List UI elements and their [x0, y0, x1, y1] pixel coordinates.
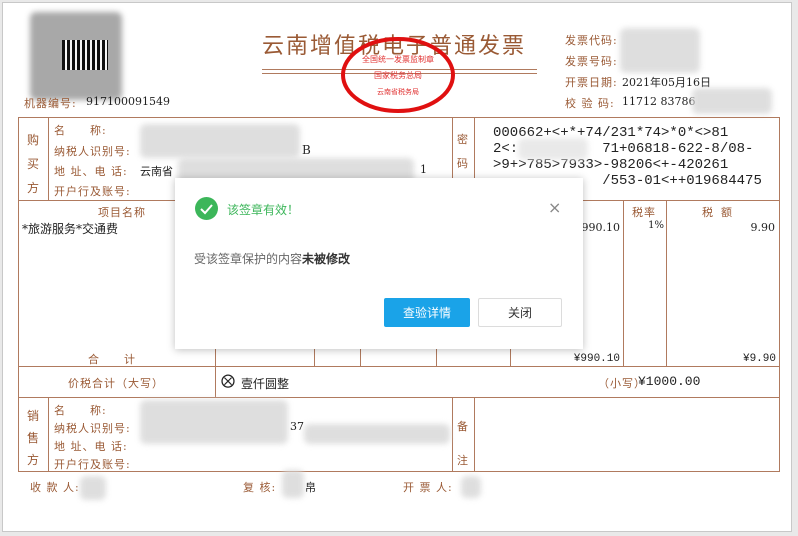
buyer-address-label: 地 址、电 话:	[54, 165, 128, 178]
message-prefix: 受该签章保护的内容	[194, 252, 303, 266]
check-circle-icon	[195, 197, 218, 220]
grand-total-words: 壹仟圆整	[241, 377, 290, 391]
seal-mid-text: 国家税务总局	[374, 70, 422, 80]
seller-name-label: 名 称:	[54, 404, 107, 417]
redacted	[692, 88, 772, 114]
check-code-label: 校 验 码:	[565, 97, 615, 110]
header-tax-rate: 税率	[632, 206, 656, 219]
redacted	[518, 138, 588, 160]
header-tax: 税额	[702, 206, 740, 219]
date-label: 开票日期:	[565, 76, 618, 89]
check-code: 11712 83786	[622, 95, 696, 108]
close-button[interactable]: 关闭	[478, 298, 562, 327]
drawer-label: 开 票 人:	[403, 481, 453, 494]
item-tax: 9.90	[750, 221, 776, 234]
machine-no: 917100091549	[86, 95, 170, 108]
signature-verification-dialog: 该签章有效！ × 受该签章保护的内容未被修改 查验详情 关闭	[175, 178, 583, 349]
buyer-taxid: B	[302, 143, 311, 157]
invoice-number-label: 发票号码:	[565, 55, 618, 68]
redacted	[140, 124, 300, 158]
item-name: *旅游服务*交通费	[22, 222, 119, 236]
cipher-label: 密码	[457, 133, 469, 170]
seal-bottom-text: 云南省税务局	[377, 87, 419, 96]
buyer-name-label: 名 称:	[54, 124, 107, 137]
close-icon[interactable]: ×	[548, 198, 561, 217]
invoice-code-label: 发票代码:	[565, 34, 618, 47]
total-tax: ¥9.90	[742, 353, 776, 365]
buyer-phone: 1	[420, 163, 427, 176]
seller-side-label: 销售方	[27, 409, 41, 467]
total-amount: ¥990.10	[573, 353, 620, 365]
table-rule	[48, 117, 49, 200]
table-rule	[48, 397, 49, 472]
seller-taxid: 37	[290, 420, 304, 433]
payee-label: 收 款 人:	[30, 481, 80, 494]
seller-taxid-label: 纳税人识别号:	[54, 422, 131, 435]
buyer-side-label: 购买方	[27, 133, 41, 195]
reviewer: 帛	[305, 481, 316, 494]
remark-label: 备注	[457, 420, 469, 467]
redacted	[461, 476, 481, 498]
seller-bank-label: 开户行及账号:	[54, 458, 131, 471]
redacted	[620, 28, 700, 73]
table-rule	[452, 397, 453, 472]
grand-total-value: ¥1000.00	[638, 374, 701, 389]
total-label: 合 计	[88, 353, 136, 366]
cross-circle-icon: ⨂	[221, 373, 235, 389]
redacted	[304, 424, 450, 444]
qr-code-icon	[62, 40, 108, 70]
redacted	[80, 476, 106, 500]
buyer-taxid-label: 纳税人识别号:	[54, 145, 131, 158]
redacted	[140, 400, 288, 444]
item-amount: 990.10	[581, 221, 621, 234]
dialog-message: 受该签章保护的内容未被修改	[194, 250, 350, 267]
buyer-bank-label: 开户行及账号:	[54, 185, 131, 198]
message-bold: 未被修改	[302, 252, 351, 266]
seal-top-text: 全国统一发票监制章	[362, 54, 434, 64]
machine-no-label: 机器编号:	[24, 97, 77, 110]
grand-total-label: 价税合计（大写）	[68, 377, 164, 390]
seller-address-label: 地 址、电 话:	[54, 440, 128, 453]
table-rule	[666, 200, 667, 366]
header-item-name: 项目名称	[98, 206, 146, 219]
table-rule	[18, 397, 780, 398]
reviewer-label: 复 核:	[243, 481, 277, 494]
redacted	[282, 470, 304, 498]
table-rule	[623, 200, 624, 366]
official-seal: 全国统一发票监制章 国家税务总局 云南省税务局	[341, 37, 455, 113]
view-details-button[interactable]: 查验详情	[384, 298, 470, 327]
table-rule	[474, 397, 475, 472]
buyer-address: 云南省	[140, 165, 173, 178]
dialog-title: 该签章有效！	[227, 203, 300, 217]
item-tax-rate: 1%	[648, 220, 664, 231]
